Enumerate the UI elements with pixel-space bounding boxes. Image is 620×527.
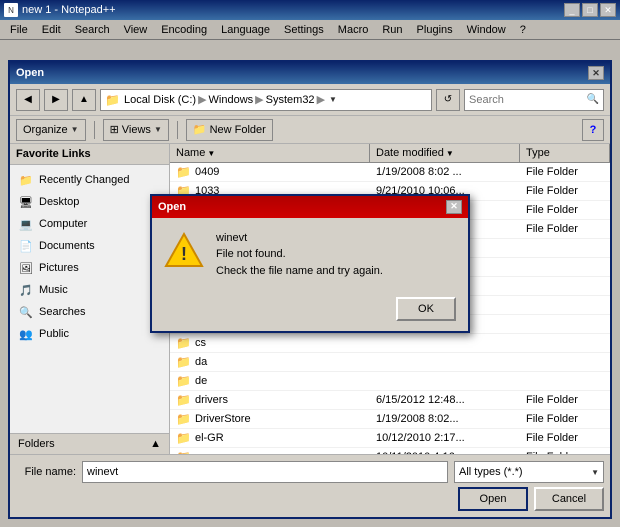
alert-close-button[interactable]: ✕ [446,200,462,214]
alert-overlay: Open ✕ ! winevt File not found. Check th… [0,0,620,527]
alert-buttons: OK [152,291,468,331]
alert-message-line2: File not found. [216,246,456,263]
alert-content: ! winevt File not found. Check the file … [152,218,468,292]
warning-icon: ! [164,230,204,270]
svg-text:!: ! [181,244,187,264]
alert-title: Open [158,201,446,213]
alert-titlebar: Open ✕ [152,196,468,218]
alert-message-line3: Check the file name and try again. [216,263,456,280]
alert-filename: winevt [216,230,456,247]
alert-message: winevt File not found. Check the file na… [216,230,456,280]
alert-dialog: Open ✕ ! winevt File not found. Check th… [150,194,470,334]
alert-ok-button[interactable]: OK [396,297,456,321]
